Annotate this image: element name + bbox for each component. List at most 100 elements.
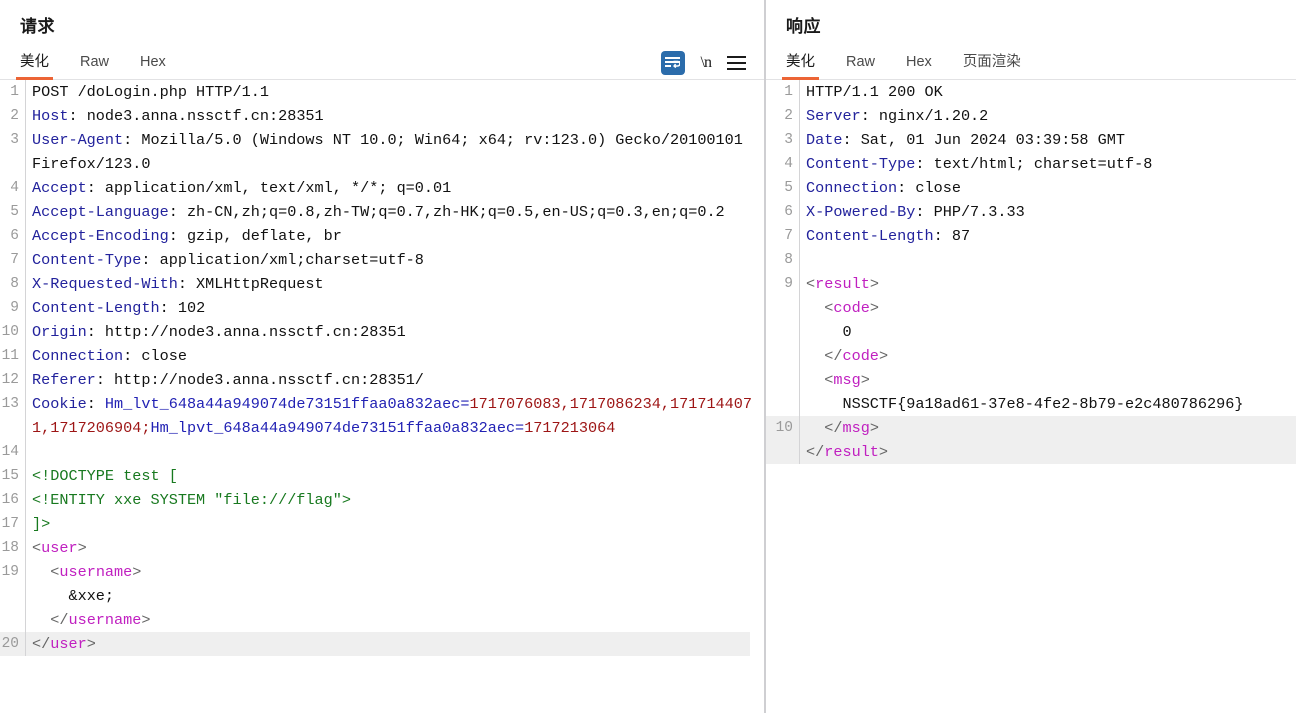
response-header: 响应 美化 Raw Hex 页面渲染 xyxy=(766,0,1296,80)
code-token: : application/xml, text/xml, */*; q=0.01 xyxy=(86,179,452,197)
code-token: : 102 xyxy=(159,299,206,317)
code-token: : nginx/1.20.2 xyxy=(860,107,989,125)
gutter-divider xyxy=(25,272,26,296)
code-token: Referer xyxy=(32,371,96,389)
line-number: 17 xyxy=(1,516,19,532)
code-token: < xyxy=(824,299,834,317)
line-number: 5 xyxy=(10,204,19,220)
response-panel: 响应 美化 Raw Hex 页面渲染 1 HTTP/1.1 200 OK 2 Serv… xyxy=(766,0,1296,713)
gutter-divider xyxy=(25,344,26,368)
menu-button[interactable] xyxy=(727,56,746,70)
code-line-text: </user> xyxy=(32,632,750,656)
code-line-text: Accept-Language: zh-CN,zh;q=0.8,zh-TW;q=… xyxy=(32,200,764,224)
gutter-divider xyxy=(25,200,26,224)
code-line: 7 Content-Type: application/xml;charset=u… xyxy=(0,248,764,272)
code-line-text: </msg> </result> xyxy=(806,416,1296,464)
code-line: 14 xyxy=(0,440,764,464)
code-line-text: Date: Sat, 01 Jun 2024 03:39:58 GMT xyxy=(806,128,1296,152)
request-header: 请求 美化 Raw Hex \n xyxy=(0,0,764,80)
line-number: 4 xyxy=(10,180,19,196)
line-number: 12 xyxy=(1,372,19,388)
code-token: ; xyxy=(141,419,151,437)
code-token: ]> xyxy=(32,515,51,533)
code-token: < xyxy=(824,371,834,389)
line-number: 10 xyxy=(1,324,19,340)
code-token: > xyxy=(860,371,870,389)
code-token: X-Requested-With xyxy=(32,275,178,293)
line-number: 7 xyxy=(784,228,793,244)
tab-response-raw[interactable]: Raw xyxy=(846,47,875,80)
gutter-divider xyxy=(25,248,26,272)
code-line-text: Content-Length: 102 xyxy=(32,296,764,320)
line-number: 8 xyxy=(10,276,19,292)
tab-request-raw[interactable]: Raw xyxy=(80,47,109,80)
gutter-divider xyxy=(25,104,26,128)
word-wrap-button[interactable] xyxy=(660,51,685,75)
code-line: 5 Accept-Language: zh-CN,zh;q=0.8,zh-TW;q… xyxy=(0,200,764,224)
code-line-text xyxy=(806,248,1296,272)
code-line: 9 Content-Length: 102 xyxy=(0,296,764,320)
response-tabbar: 美化 Raw Hex 页面渲染 xyxy=(766,47,1296,80)
tab-response-beautify[interactable]: 美化 xyxy=(782,47,819,80)
code-token: > xyxy=(878,347,889,365)
line-number: 14 xyxy=(1,444,19,460)
code-token: > xyxy=(869,419,879,437)
code-token: X-Powered-By xyxy=(806,203,916,221)
code-line-text: <username> &xxe; </username> xyxy=(32,560,764,632)
line-number: 16 xyxy=(1,492,19,508)
code-token: : gzip, deflate, br xyxy=(168,227,342,245)
line-number: 3 xyxy=(10,132,19,148)
code-token: Origin xyxy=(32,323,87,341)
code-token: Content-Length xyxy=(806,227,934,245)
code-line-text: POST /doLogin.php HTTP/1.1 xyxy=(32,80,764,104)
code-line-text: Server: nginx/1.20.2 xyxy=(806,104,1296,128)
code-line-text: <user> xyxy=(32,536,764,560)
line-number: 20 xyxy=(1,636,19,652)
code-line: 15 <!DOCTYPE test [ xyxy=(0,464,764,488)
line-number: 2 xyxy=(10,108,19,124)
code-line-text: HTTP/1.1 200 OK xyxy=(806,80,1296,104)
line-number: 2 xyxy=(784,108,793,124)
line-number: 19 xyxy=(1,564,19,580)
code-line: 4 Accept: application/xml, text/xml, */*;… xyxy=(0,176,764,200)
code-token: : http://node3.anna.nssctf.cn:28351/ xyxy=(95,371,424,389)
code-line: 7 Content-Length: 87 xyxy=(766,224,1296,248)
code-token: : Sat, 01 Jun 2024 03:39:58 GMT xyxy=(842,131,1126,149)
response-code-area[interactable]: 1 HTTP/1.1 200 OK 2 Server: nginx/1.20.2 3 Da… xyxy=(766,80,1296,713)
gutter-divider xyxy=(25,632,26,656)
request-code-area[interactable]: 1 POST /doLogin.php HTTP/1.1 2 Host: node3.… xyxy=(0,80,764,713)
code-line: 1 HTTP/1.1 200 OK xyxy=(766,80,1296,104)
code-line: 12 Referer: http://node3.anna.nssctf.cn:2… xyxy=(0,368,764,392)
code-token: Accept xyxy=(32,179,87,197)
line-number: 10 xyxy=(775,420,793,436)
tab-response-hex[interactable]: Hex xyxy=(906,47,932,80)
code-token: > xyxy=(86,635,96,653)
line-number: 11 xyxy=(1,348,19,364)
code-line-text: Referer: http://node3.anna.nssctf.cn:283… xyxy=(32,368,764,392)
code-token: </ xyxy=(806,419,843,437)
code-token: < xyxy=(32,539,42,557)
line-number: 8 xyxy=(784,252,793,268)
code-line-text: Accept-Encoding: gzip, deflate, br xyxy=(32,224,764,248)
code-token: : http://node3.anna.nssctf.cn:28351 xyxy=(86,323,406,341)
code-token: < xyxy=(806,275,816,293)
code-line-text: X-Requested-With: XMLHttpRequest xyxy=(32,272,764,296)
code-token: : close xyxy=(897,179,961,197)
code-line: 18 <user> xyxy=(0,536,764,560)
tab-response-render[interactable]: 页面渲染 xyxy=(963,47,1021,80)
request-code: 1 POST /doLogin.php HTTP/1.1 2 Host: node3.… xyxy=(0,80,764,656)
gutter-divider xyxy=(799,128,800,152)
code-token: user xyxy=(50,635,87,653)
request-panel: 请求 美化 Raw Hex \n 1 POST /doLogin.php HTT… xyxy=(0,0,764,713)
code-token: Server xyxy=(806,107,861,125)
tab-request-hex[interactable]: Hex xyxy=(140,47,166,80)
line-number: 9 xyxy=(10,300,19,316)
code-token: </ xyxy=(32,635,51,653)
code-line-text: X-Powered-By: PHP/7.3.33 xyxy=(806,200,1296,224)
tab-request-beautify[interactable]: 美化 xyxy=(16,47,53,80)
code-line: 8 X-Requested-With: XMLHttpRequest xyxy=(0,272,764,296)
gutter-divider xyxy=(799,224,800,248)
newline-button[interactable]: \n xyxy=(701,54,712,72)
code-token: username xyxy=(59,563,133,581)
